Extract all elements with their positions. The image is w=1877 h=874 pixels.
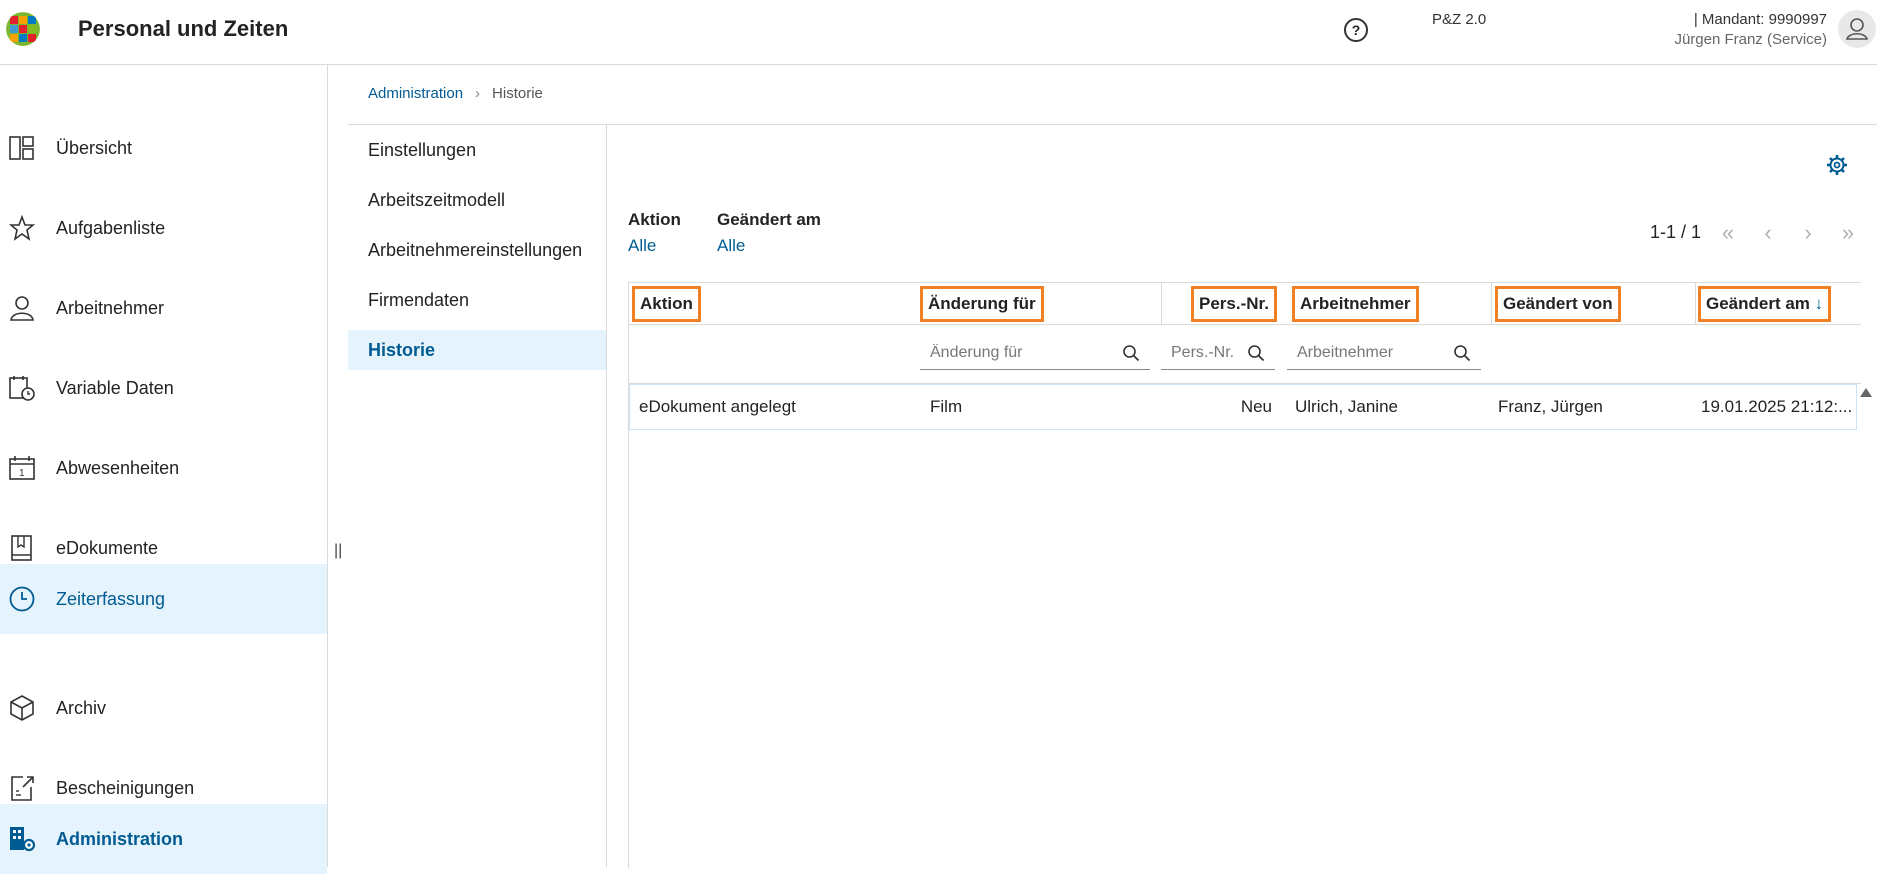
calendar-icon: 1 bbox=[9, 456, 35, 480]
cell-arbeitnehmer: Ulrich, Janine bbox=[1295, 397, 1398, 416]
table-row[interactable]: eDokument angelegt Film Neu Ulrich, Jani… bbox=[629, 384, 1857, 430]
column-header-geaendert-von[interactable]: Geändert von bbox=[1495, 286, 1621, 322]
avatar[interactable] bbox=[1838, 10, 1876, 48]
first-page-icon[interactable]: « bbox=[1716, 222, 1740, 246]
cell-aenderung-fuer: Film bbox=[930, 397, 963, 416]
sidebar-item-archiv[interactable]: Archiv bbox=[0, 673, 327, 743]
sidebar-item-arbeitnehmer[interactable]: Arbeitnehmer bbox=[0, 273, 327, 343]
scroll-up-arrow-icon[interactable] bbox=[1860, 388, 1872, 397]
prev-page-icon[interactable]: ‹ bbox=[1756, 222, 1780, 246]
chevron-right-icon: › bbox=[475, 85, 481, 102]
sidebar-item-uebersicht[interactable]: Übersicht bbox=[0, 113, 327, 183]
clock-icon bbox=[9, 586, 35, 612]
dashboard-icon bbox=[9, 136, 34, 160]
column-header-aktion[interactable]: Aktion bbox=[632, 286, 701, 322]
sidebar-item-administration[interactable]: Administration bbox=[0, 804, 327, 874]
aenderung-filter-input[interactable] bbox=[920, 339, 1150, 367]
search-icon[interactable] bbox=[1453, 344, 1471, 362]
sidebar-item-label: Bescheinigungen bbox=[56, 777, 195, 798]
breadcrumb: Administration › Historie bbox=[368, 85, 543, 102]
sidebar-item-label: Administration bbox=[56, 828, 184, 849]
book-icon bbox=[11, 535, 32, 561]
box-icon bbox=[10, 695, 34, 721]
document-export-icon bbox=[11, 776, 34, 801]
column-header-pers-nr[interactable]: Pers.-Nr. bbox=[1191, 286, 1277, 322]
arbeitnehmer-filter-field bbox=[1287, 339, 1481, 370]
filter-geaendert-am-value[interactable]: Alle bbox=[717, 236, 821, 256]
sidebar-item-label: eDokumente bbox=[56, 537, 159, 558]
subnav-item-einstellungen[interactable]: Einstellungen bbox=[348, 130, 606, 170]
column-separator bbox=[1161, 283, 1162, 324]
version-label: P&Z 2.0 bbox=[1432, 11, 1487, 28]
next-page-icon[interactable]: › bbox=[1796, 222, 1820, 246]
sidebar-item-label: Abwesenheiten bbox=[56, 457, 180, 478]
cell-geaendert-von: Franz, Jürgen bbox=[1498, 397, 1603, 416]
building-gear-icon bbox=[10, 827, 35, 852]
sort-desc-icon: ↓ bbox=[1814, 294, 1824, 313]
aenderung-filter-field bbox=[920, 339, 1150, 370]
gear-icon[interactable] bbox=[1826, 154, 1848, 176]
sidebar-item-label: Zeiterfassung bbox=[56, 588, 166, 609]
last-page-icon[interactable]: » bbox=[1836, 222, 1860, 246]
persnr-filter-field bbox=[1161, 339, 1275, 370]
sub-navigation: Einstellungen Arbeitszeitmodell Arbeitne… bbox=[348, 125, 607, 867]
column-header-label: Geändert am bbox=[1706, 294, 1810, 313]
svg-text:1: 1 bbox=[19, 468, 25, 479]
sidebar-item-aufgabenliste[interactable]: Aufgabenliste bbox=[0, 193, 327, 263]
sidebar-item-variable-daten[interactable]: Variable Daten bbox=[0, 353, 327, 423]
subnav-item-arbeitnehmereinstellungen[interactable]: Arbeitnehmereinstellungen bbox=[348, 230, 606, 270]
column-header-arbeitnehmer[interactable]: Arbeitnehmer bbox=[1292, 286, 1419, 322]
sidebar-item-abwesenheiten[interactable]: 1 Abwesenheiten bbox=[0, 433, 327, 503]
top-bar: Personal und Zeiten ? P&Z 2.0 | Mandant:… bbox=[0, 0, 1877, 65]
sidebar-resize-handle[interactable]: || bbox=[334, 542, 342, 560]
column-separator bbox=[1491, 283, 1492, 324]
breadcrumb-link-administration[interactable]: Administration bbox=[368, 85, 463, 102]
sidebar-item-label: Aufgabenliste bbox=[56, 217, 166, 238]
arbeitnehmer-filter-input[interactable] bbox=[1287, 339, 1481, 367]
filter-aktion-value[interactable]: Alle bbox=[628, 236, 681, 256]
calendar-clock-icon bbox=[9, 376, 35, 401]
table-filter-row bbox=[629, 325, 1861, 384]
breadcrumb-current: Historie bbox=[492, 85, 543, 102]
filter-aktion: Aktion Alle bbox=[628, 210, 681, 256]
sidebar-item-zeiterfassung[interactable]: Zeiterfassung bbox=[0, 564, 327, 634]
person-icon bbox=[10, 296, 34, 321]
subnav-item-arbeitszeitmodell[interactable]: Arbeitszeitmodell bbox=[348, 180, 606, 220]
user-name: Jürgen Franz (Service) bbox=[1674, 31, 1827, 48]
history-table: Aktion Änderung für Pers.-Nr. Arbeitnehm… bbox=[628, 282, 1861, 868]
filter-aktion-label: Aktion bbox=[628, 210, 681, 229]
search-icon[interactable] bbox=[1247, 344, 1265, 362]
search-icon[interactable] bbox=[1122, 344, 1140, 362]
filter-geaendert-am-label: Geändert am bbox=[717, 210, 821, 229]
sidebar-item-label: Variable Daten bbox=[56, 377, 174, 398]
column-header-aenderung-fuer[interactable]: Änderung für bbox=[920, 286, 1044, 322]
subnav-item-firmendaten[interactable]: Firmendaten bbox=[348, 280, 606, 320]
star-icon bbox=[9, 215, 35, 241]
column-separator bbox=[1695, 283, 1696, 324]
mandant-label: | Mandant: 9990997 bbox=[1693, 11, 1827, 28]
table-header-row: Aktion Änderung für Pers.-Nr. Arbeitnehm… bbox=[629, 283, 1861, 325]
cell-geaendert-am: 19.01.2025 21:12:... bbox=[1701, 397, 1851, 416]
filter-geaendert-am: Geändert am Alle bbox=[717, 210, 821, 256]
sidebar-item-label: Arbeitnehmer bbox=[56, 297, 165, 318]
app-title: Personal und Zeiten bbox=[78, 16, 289, 41]
pagination-info: 1-1 / 1 bbox=[1650, 222, 1702, 242]
cell-aktion: eDokument angelegt bbox=[639, 397, 796, 416]
subnav-item-historie[interactable]: Historie bbox=[348, 330, 606, 370]
app-logo bbox=[6, 12, 40, 46]
column-header-geaendert-am[interactable]: Geändert am ↓ bbox=[1698, 286, 1832, 322]
cell-pers-nr: Neu bbox=[1240, 397, 1272, 416]
sidebar-item-label: Archiv bbox=[56, 697, 107, 718]
user-icon bbox=[1845, 18, 1869, 40]
question-circle-icon[interactable]: ? bbox=[1344, 18, 1368, 42]
sidebar-item-label: Übersicht bbox=[56, 137, 133, 158]
sidebar: Übersicht Aufgabenliste Arbeitnehmer Var… bbox=[0, 65, 328, 874]
